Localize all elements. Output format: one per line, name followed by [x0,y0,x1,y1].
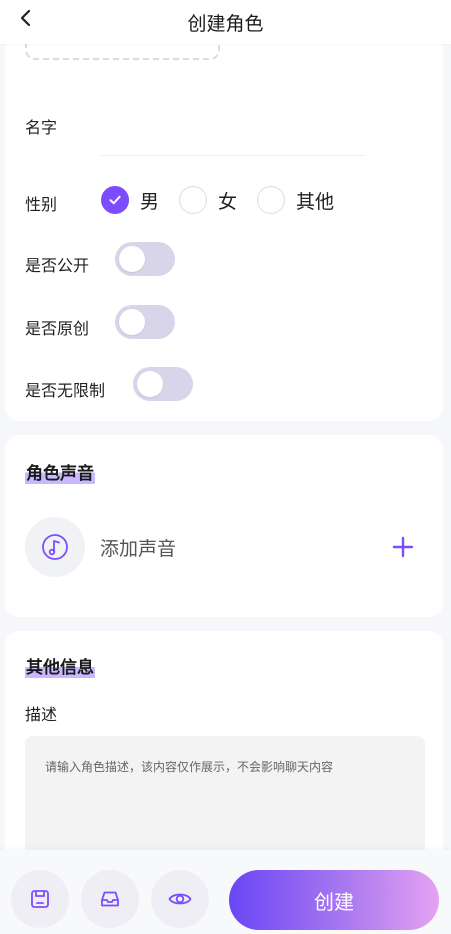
basic-info-card: 名字 性别 男 女 其他 是否公开 是否原创 是否无限制 [5,38,443,421]
create-button-label: 创建 [314,891,354,914]
gender-label: 性别 [25,195,58,214]
plus-icon[interactable] [391,535,415,559]
create-button[interactable]: 创建 [229,870,439,930]
public-toggle[interactable] [115,242,175,276]
save-draft-button[interactable] [11,870,69,928]
preview-button[interactable] [151,870,209,928]
unlimited-toggle[interactable] [133,367,193,401]
gender-option-other[interactable]: 其他 [257,186,334,214]
radio-checked-icon[interactable] [101,186,129,214]
description-placeholder: 请输入角色描述，该内容仅作展示，不会影响聊天内容 [45,760,334,774]
top-header: 创建角色 [0,0,451,44]
name-input[interactable] [100,155,365,156]
inbox-icon [101,891,119,907]
description-label: 描述 [25,705,58,724]
gender-radio-group: 男 女 其他 [101,186,354,214]
other-section-title: 其他信息 [25,653,95,678]
radio-unchecked-icon[interactable] [179,186,208,214]
name-label: 名字 [25,118,58,137]
original-label: 是否原创 [25,319,90,338]
gender-option-label: 男 [140,190,160,213]
voice-section-title: 角色声音 [25,459,95,484]
gender-option-label: 其他 [296,190,335,213]
public-label: 是否公开 [25,256,90,275]
voice-avatar[interactable] [25,517,85,577]
gender-option-male[interactable]: 男 [101,186,159,214]
back-icon[interactable] [14,6,38,30]
gender-option-label: 女 [218,190,238,213]
add-voice-text[interactable]: 添加声音 [100,534,176,561]
original-toggle[interactable] [115,305,175,339]
page-title: 创建角色 [187,12,264,35]
eye-icon [168,893,192,905]
bottom-action-bar: 创建 [0,850,451,934]
radio-unchecked-icon[interactable] [257,186,286,214]
music-note-icon [42,534,68,560]
voice-card: 角色声音 添加声音 [5,435,443,617]
drafts-button[interactable] [81,870,139,928]
unlimited-label: 是否无限制 [25,381,106,400]
save-icon [31,890,49,908]
gender-option-female[interactable]: 女 [179,186,237,214]
